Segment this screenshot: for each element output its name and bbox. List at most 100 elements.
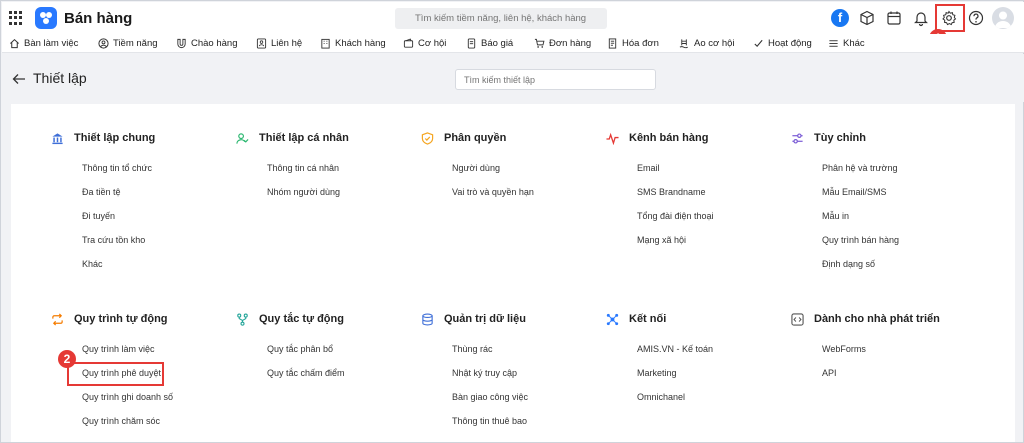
settings-panel: Thiết lập chung Thông tin tổ chức Đa tiề…	[11, 104, 1015, 442]
section-title: Quy tắc tự động	[259, 313, 344, 325]
arrow-left-icon[interactable]	[12, 73, 26, 85]
page-title: Thiết lập	[33, 70, 87, 86]
avatar[interactable]	[992, 7, 1014, 29]
user-circle-icon	[98, 37, 109, 49]
nav-item-tiem-nang[interactable]: Tiềm năng	[98, 36, 158, 50]
nav-label: Khách hàng	[335, 37, 386, 49]
nav-item-lien-he[interactable]: Liên hệ	[256, 36, 302, 50]
setting-link[interactable]: AMIS.VN - Kế toán	[637, 344, 713, 354]
nav-item-hoat-dong[interactable]: Hoạt động	[753, 36, 812, 50]
nav-item-khach-hang[interactable]: Khách hàng	[320, 36, 386, 50]
setting-link[interactable]: Tổng đài điện thoại	[637, 211, 714, 221]
section-header: Quản trị dữ liệu	[421, 311, 526, 327]
nav-label: Chào hàng	[191, 37, 238, 49]
setting-link[interactable]: Đa tiền tệ	[82, 187, 121, 197]
setting-link[interactable]: Tra cứu tồn kho	[82, 235, 145, 245]
invoice-icon	[608, 37, 617, 49]
pulse-icon	[606, 132, 619, 145]
activity-icon	[754, 39, 763, 47]
user-avatar-icon	[995, 11, 1011, 28]
setting-link[interactable]: Mẫu Email/SMS	[822, 187, 887, 197]
setting-link[interactable]: Quy trình chăm sóc	[82, 416, 160, 426]
code-icon	[791, 312, 804, 326]
setting-link[interactable]: Thông tin cá nhân	[267, 163, 339, 173]
setting-link[interactable]: Vai trò và quyền hạn	[452, 187, 534, 197]
nav-item-khac[interactable]: Khác	[828, 36, 865, 50]
cart-icon	[534, 38, 545, 48]
setting-link[interactable]: Mạng xã hội	[637, 235, 686, 245]
page-header: Thiết lập	[2, 54, 1024, 102]
nav-item-hoa-don[interactable]: Hóa đơn	[607, 36, 659, 50]
setting-link[interactable]: Nhóm người dùng	[267, 187, 340, 197]
section-header: Phân quyền	[421, 130, 506, 146]
branch-icon	[237, 313, 248, 326]
connect-icon	[606, 313, 619, 325]
app-frame: Bán hàng f 1 Bàn làm việc Tiềm năng Chào…	[0, 0, 1024, 443]
building-icon	[321, 38, 330, 49]
setting-link[interactable]: Định dạng số	[822, 259, 875, 269]
top-bar: Bán hàng f	[2, 2, 1024, 34]
setting-link[interactable]: Marketing	[637, 368, 677, 378]
step-badge-2: 2	[58, 350, 76, 368]
setting-link[interactable]: Bàn giao công việc	[452, 392, 528, 402]
nav-label: Khác	[843, 37, 865, 49]
contact-card-icon	[256, 37, 267, 49]
nav-item-chao-hang[interactable]: Chào hàng	[176, 36, 237, 50]
app-title: Bán hàng	[64, 10, 133, 27]
section-title: Quy trình tự động	[74, 313, 168, 325]
setting-link[interactable]: Omnichanel	[637, 392, 685, 402]
setting-link[interactable]: API	[822, 368, 837, 378]
setting-link[interactable]: Thùng rác	[452, 344, 493, 354]
setting-link[interactable]: Quy trình bán hàng	[822, 235, 899, 245]
calendar-icon[interactable]	[885, 9, 903, 27]
setting-link[interactable]: Quy tắc phân bổ	[267, 344, 333, 354]
setting-link[interactable]: Phân hệ và trường	[822, 163, 897, 173]
module-nav: Bàn làm việc Tiềm năng Chào hàng Liên hệ…	[2, 34, 1024, 53]
setting-link[interactable]: WebForms	[822, 344, 866, 354]
setting-link[interactable]: Email	[637, 163, 660, 173]
help-icon[interactable]	[967, 9, 985, 27]
settings-search-input[interactable]	[455, 69, 656, 90]
nav-label: Ao cơ hội	[694, 37, 735, 49]
nav-item-ban-lam-viec[interactable]: Bàn làm việc	[9, 36, 78, 50]
user-check-icon	[236, 132, 249, 144]
setting-link[interactable]: Quy tắc chấm điểm	[267, 368, 345, 378]
magnet-icon	[177, 38, 186, 48]
nav-item-bao-gia[interactable]: Báo giá	[466, 36, 513, 50]
setting-link[interactable]: Khác	[82, 259, 103, 269]
nav-label: Tiềm năng	[113, 37, 158, 49]
app-grid-icon[interactable]	[9, 11, 23, 25]
facebook-icon[interactable]: f	[831, 9, 849, 27]
settings-highlight-box	[935, 4, 965, 32]
section-header: Kênh bán hàng	[606, 130, 708, 146]
nav-label: Cơ hội	[418, 37, 447, 49]
nav-label: Bàn làm việc	[24, 37, 79, 49]
nav-label: Liên hệ	[271, 37, 303, 49]
setting-link[interactable]: Quy trình ghi doanh số	[82, 392, 173, 402]
setting-link[interactable]: Đi tuyến	[82, 211, 115, 221]
section-header: Dành cho nhà phát triển	[791, 311, 940, 327]
menu-icon	[829, 39, 838, 47]
nav-label: Đơn hàng	[549, 37, 592, 49]
wallet-icon	[403, 38, 414, 48]
setting-link[interactable]: Người dùng	[452, 163, 500, 173]
setting-link[interactable]: Quy trình làm việc	[82, 344, 155, 354]
section-header: Kết nối	[606, 311, 666, 327]
setting-link[interactable]: Mẫu in	[822, 211, 849, 221]
nav-item-don-hang[interactable]: Đơn hàng	[534, 36, 591, 50]
app-logo	[35, 7, 57, 29]
setting-link[interactable]: Thông tin tổ chức	[82, 163, 152, 173]
setting-link[interactable]: Thông tin thuê bao	[452, 416, 527, 426]
nav-label: Hóa đơn	[622, 37, 659, 49]
global-search-input[interactable]	[395, 8, 607, 29]
package-icon[interactable]	[858, 9, 876, 27]
nav-item-ao-co-hoi[interactable]: Ao cơ hội	[679, 36, 735, 50]
setting-link[interactable]: SMS Brandname	[637, 187, 706, 197]
section-header: Quy trình tự động	[51, 311, 168, 327]
pool-icon	[679, 38, 688, 48]
nav-item-co-hoi[interactable]: Cơ hội	[403, 36, 446, 50]
bell-icon[interactable]	[912, 9, 930, 27]
section-title: Kênh bán hàng	[629, 132, 709, 144]
section-header: Tùy chỉnh	[791, 130, 866, 146]
setting-link[interactable]: Nhật ký truy cập	[452, 368, 517, 378]
